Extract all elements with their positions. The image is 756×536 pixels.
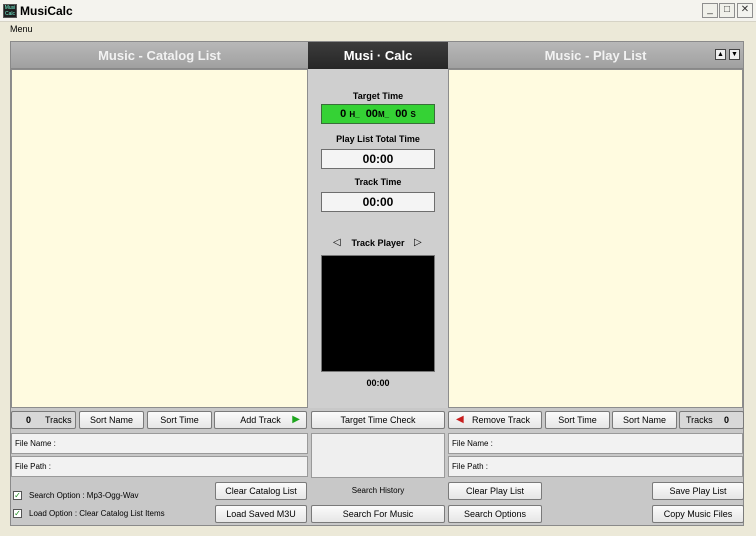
copy-music-files-button[interactable]: Copy Music Files — [652, 505, 744, 523]
target-time-label: Target Time — [352, 91, 404, 101]
catalog-tracks-count: 0 — [26, 415, 32, 425]
search-history-panel — [311, 433, 445, 478]
remove-track-button[interactable]: ◀ Remove Track — [448, 411, 542, 429]
playlist-sort-time-button[interactable]: Sort Time — [545, 411, 610, 429]
seconds-unit: S — [410, 110, 416, 119]
clear-play-list-button[interactable]: Clear Play List — [448, 482, 542, 500]
remove-arrow-icon: ◀ — [456, 414, 464, 425]
playlist-tracks-counter: Tracks 0 — [679, 411, 744, 429]
search-for-music-button[interactable]: Search For Music — [311, 505, 445, 523]
catalog-sort-name-button[interactable]: Sort Name — [79, 411, 144, 429]
target-minutes: 00 — [365, 108, 378, 120]
add-track-button[interactable]: Add Track ▶ — [214, 411, 307, 429]
playlist-tracks-label: Tracks — [686, 415, 713, 425]
play-list[interactable] — [448, 69, 743, 408]
playlist-file-name: File Name : — [448, 433, 743, 454]
load-option-label: Load Option : Clear Catalog List Items — [29, 509, 165, 518]
add-arrow-icon: ▶ — [292, 414, 300, 425]
menu-bar — [0, 22, 756, 38]
playlist-sort-name-button[interactable]: Sort Name — [612, 411, 677, 429]
next-track-icon[interactable]: ▷ — [414, 237, 422, 248]
catalog-file-path: File Path : — [11, 456, 308, 477]
save-play-list-button[interactable]: Save Play List — [652, 482, 744, 500]
search-options-button[interactable]: Search Options — [448, 505, 542, 523]
player-time: 00:00 — [366, 378, 390, 388]
playlist-file-path: File Path : — [448, 456, 743, 477]
add-track-label: Add Track — [240, 415, 281, 425]
load-option-checkbox[interactable]: ✓ — [13, 509, 22, 518]
title-bar — [0, 0, 756, 22]
search-history-label: Search History — [351, 486, 405, 495]
move-up-icon[interactable]: ▲ — [715, 49, 726, 60]
musicalc-header: Musi · Calc — [308, 42, 448, 69]
catalog-list[interactable] — [11, 69, 308, 408]
move-down-icon[interactable]: ▼ — [729, 49, 740, 60]
load-saved-m3u-button[interactable]: Load Saved M3U — [215, 505, 307, 523]
target-time-field[interactable]: 0 H_ 00M_ 00 S — [321, 104, 435, 124]
track-time-value: 00:00 — [321, 192, 435, 212]
app-logo-icon: Musi Calc — [3, 4, 17, 18]
play-list-total-label: Play List Total Time — [336, 134, 420, 144]
clear-catalog-button[interactable]: Clear Catalog List — [215, 482, 307, 500]
menu-item-menu[interactable]: Menu — [10, 24, 33, 34]
track-time-label: Track Time — [354, 177, 402, 187]
play-list-header: Music - Play List — [448, 42, 743, 69]
search-option-checkbox[interactable]: ✓ — [13, 491, 22, 500]
catalog-sort-time-button[interactable]: Sort Time — [147, 411, 212, 429]
playlist-tracks-count: 0 — [724, 415, 730, 425]
search-option-label: Search Option : Mp3-Ogg-Wav — [29, 491, 139, 500]
track-player-display — [321, 255, 435, 372]
play-list-total-time: 00:00 — [321, 149, 435, 169]
catalog-tracks-counter: 0 Tracks — [11, 411, 76, 429]
catalog-list-header: Music - Catalog List — [11, 42, 308, 69]
minimize-button[interactable]: _ — [702, 3, 718, 18]
window-title: MusiCalc — [20, 4, 73, 18]
remove-track-label: Remove Track — [471, 415, 531, 425]
close-button[interactable]: ✕ — [737, 3, 753, 18]
maximize-button[interactable]: □ — [719, 3, 735, 18]
catalog-file-name: File Name : — [11, 433, 308, 454]
target-time-check-button[interactable]: Target Time Check — [311, 411, 445, 429]
catalog-tracks-label: Tracks — [45, 415, 72, 425]
target-hours: 0 — [340, 108, 347, 120]
track-player-label: Track Player — [351, 238, 405, 248]
minutes-unit: M_ — [377, 110, 390, 119]
hours-unit: H_ — [349, 110, 360, 119]
target-seconds: 00 — [395, 108, 408, 120]
